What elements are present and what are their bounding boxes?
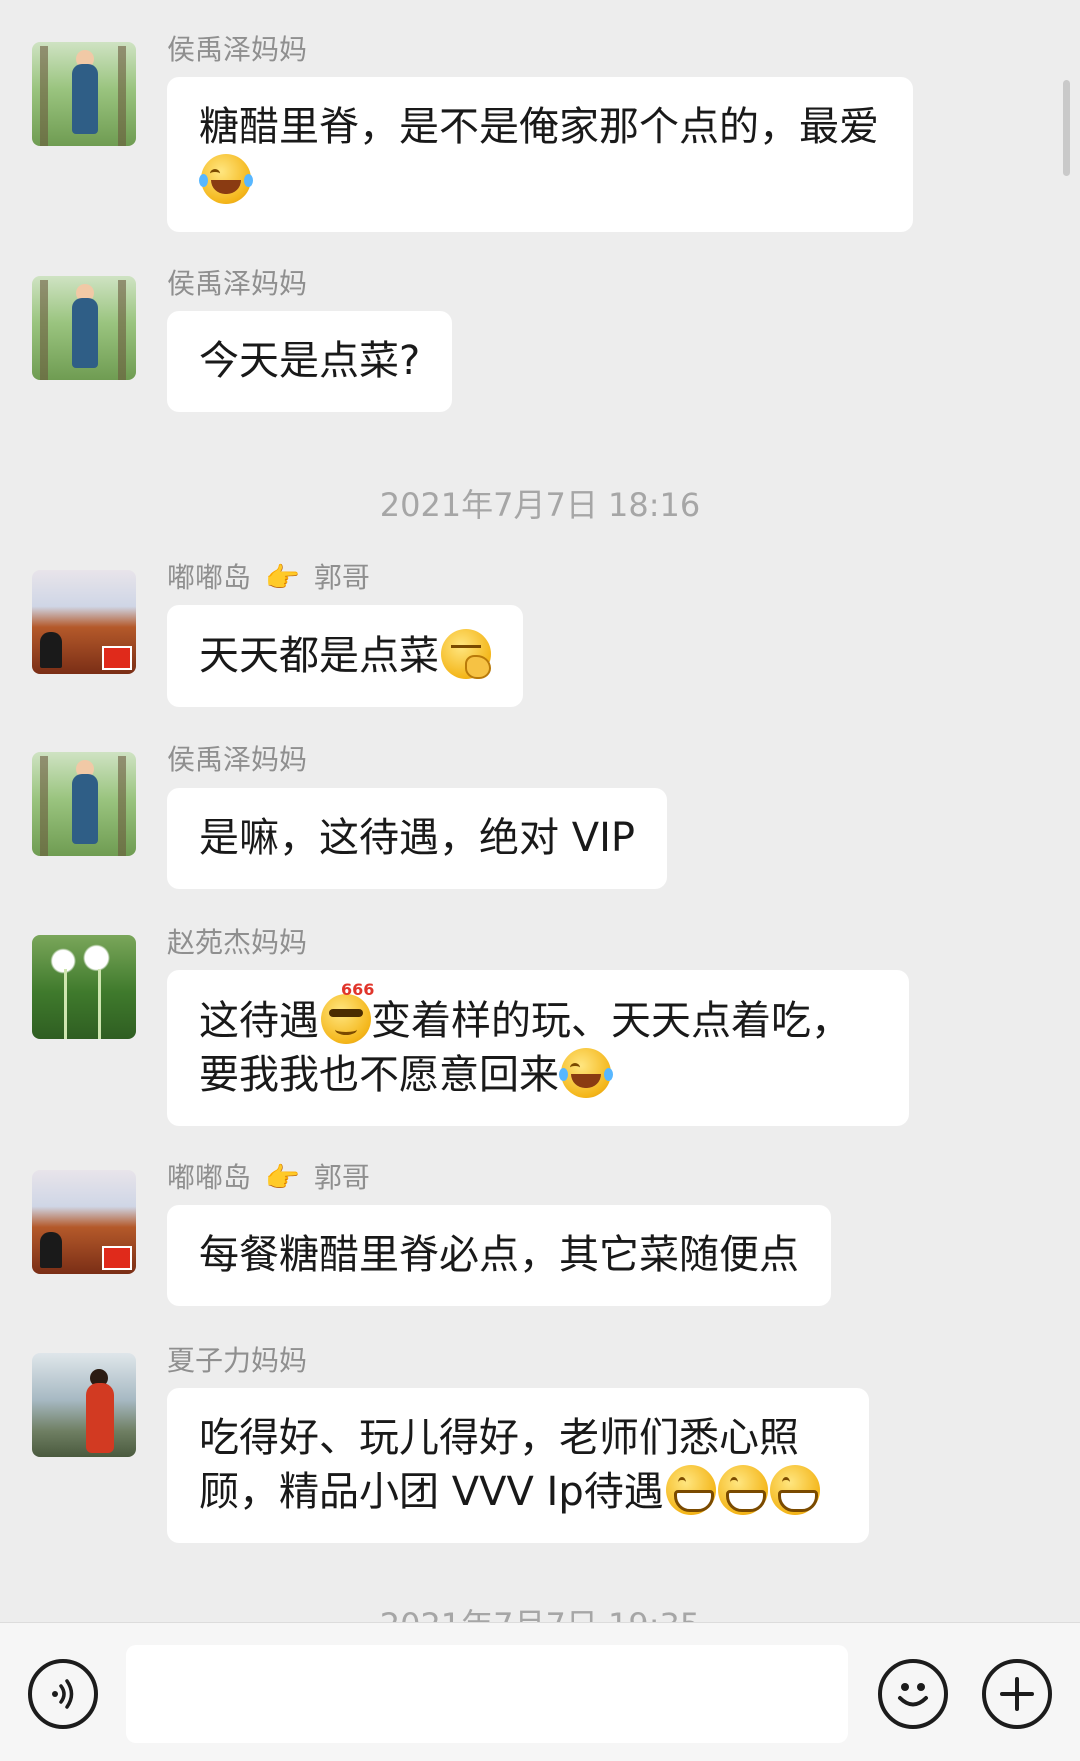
avatar[interactable] xyxy=(32,276,136,380)
message-text: 这待遇 xyxy=(199,998,319,1044)
grin-emoji-icon xyxy=(665,1465,716,1515)
message-bubble[interactable]: 这待遇 666 变着样的玩、天天点着吃，要我我也不愿意回来 xyxy=(167,970,909,1126)
message-text: 今天是点菜? xyxy=(199,338,421,384)
voice-icon xyxy=(52,1679,74,1709)
sender-name-main: 嘟嘟岛 xyxy=(167,1161,252,1194)
avatar[interactable] xyxy=(32,752,136,856)
avatar[interactable] xyxy=(32,570,136,674)
input-bar xyxy=(0,1622,1080,1761)
message-bubble[interactable]: 每餐糖醋里脊必点，其它菜随便点 xyxy=(167,1205,831,1306)
sender-name: 赵苑杰妈妈 xyxy=(167,926,308,959)
voice-button[interactable] xyxy=(28,1659,98,1729)
emoji-666-label: 666 xyxy=(341,980,375,999)
message-bubble[interactable]: 吃得好、玩儿得好，老师们悉心照顾，精品小团 VVV Ip待遇 xyxy=(167,1388,869,1543)
laugh-emoji-icon xyxy=(199,154,253,204)
sender-name: 侯禹泽妈妈 xyxy=(167,267,308,300)
message-text: 每餐糖醋里脊必点，其它菜随便点 xyxy=(199,1232,799,1278)
chat-screen: 侯禹泽妈妈 糖醋里脊，是不是俺家那个点的，最爱 侯禹泽妈妈 今天是点菜? 202… xyxy=(0,0,1080,1761)
avatar[interactable] xyxy=(32,42,136,146)
sender-name: 嘟嘟岛 👉 郭哥 xyxy=(167,560,370,596)
sender-name: 侯禹泽妈妈 xyxy=(167,743,308,776)
pointing-hand-icon: 👉 xyxy=(265,1161,300,1194)
sender-name-suffix: 郭哥 xyxy=(313,561,370,594)
cool-666-emoji-icon: 666 xyxy=(321,982,374,1044)
plus-button[interactable] xyxy=(982,1659,1052,1729)
pointing-hand-icon: 👉 xyxy=(265,561,300,594)
message-bubble[interactable]: 糖醋里脊，是不是俺家那个点的，最爱 xyxy=(167,77,913,232)
message-bubble[interactable]: 今天是点菜? xyxy=(167,311,453,412)
timestamp: 2021年7月7日 18:16 xyxy=(379,486,701,524)
sender-name-suffix: 郭哥 xyxy=(313,1161,370,1194)
grin-emoji-icon xyxy=(769,1465,820,1515)
message-bubble[interactable]: 是嘛，这待遇，绝对 VIP xyxy=(167,788,667,889)
smirk-emoji-icon xyxy=(441,629,491,679)
avatar[interactable] xyxy=(32,935,136,1039)
sender-name: 夏子力妈妈 xyxy=(167,1344,308,1377)
smiley-icon xyxy=(898,1683,928,1707)
plus-icon xyxy=(1000,1677,1034,1711)
message-text: 糖醋里脊，是不是俺家那个点的，最爱 xyxy=(199,104,879,150)
laugh-emoji-icon xyxy=(559,1048,613,1098)
message-bubble[interactable]: 天天都是点菜 xyxy=(167,605,523,707)
sender-name-main: 嘟嘟岛 xyxy=(167,561,252,594)
avatar[interactable] xyxy=(32,1170,136,1274)
message-text: 是嘛，这待遇，绝对 VIP xyxy=(199,815,635,861)
message-list[interactable]: 侯禹泽妈妈 糖醋里脊，是不是俺家那个点的，最爱 侯禹泽妈妈 今天是点菜? 202… xyxy=(0,0,1080,1622)
grin-emoji-icon xyxy=(717,1465,768,1515)
timestamp: 2021年7月7日 19:35 xyxy=(0,1600,1080,1622)
emoji-button[interactable] xyxy=(878,1659,948,1729)
sender-name: 侯禹泽妈妈 xyxy=(167,33,308,66)
sender-name: 嘟嘟岛 👉 郭哥 xyxy=(167,1160,370,1196)
avatar[interactable] xyxy=(32,1353,136,1457)
message-input[interactable] xyxy=(126,1645,848,1743)
message-text: 天天都是点菜 xyxy=(199,633,439,679)
scrollbar[interactable] xyxy=(1063,80,1070,176)
